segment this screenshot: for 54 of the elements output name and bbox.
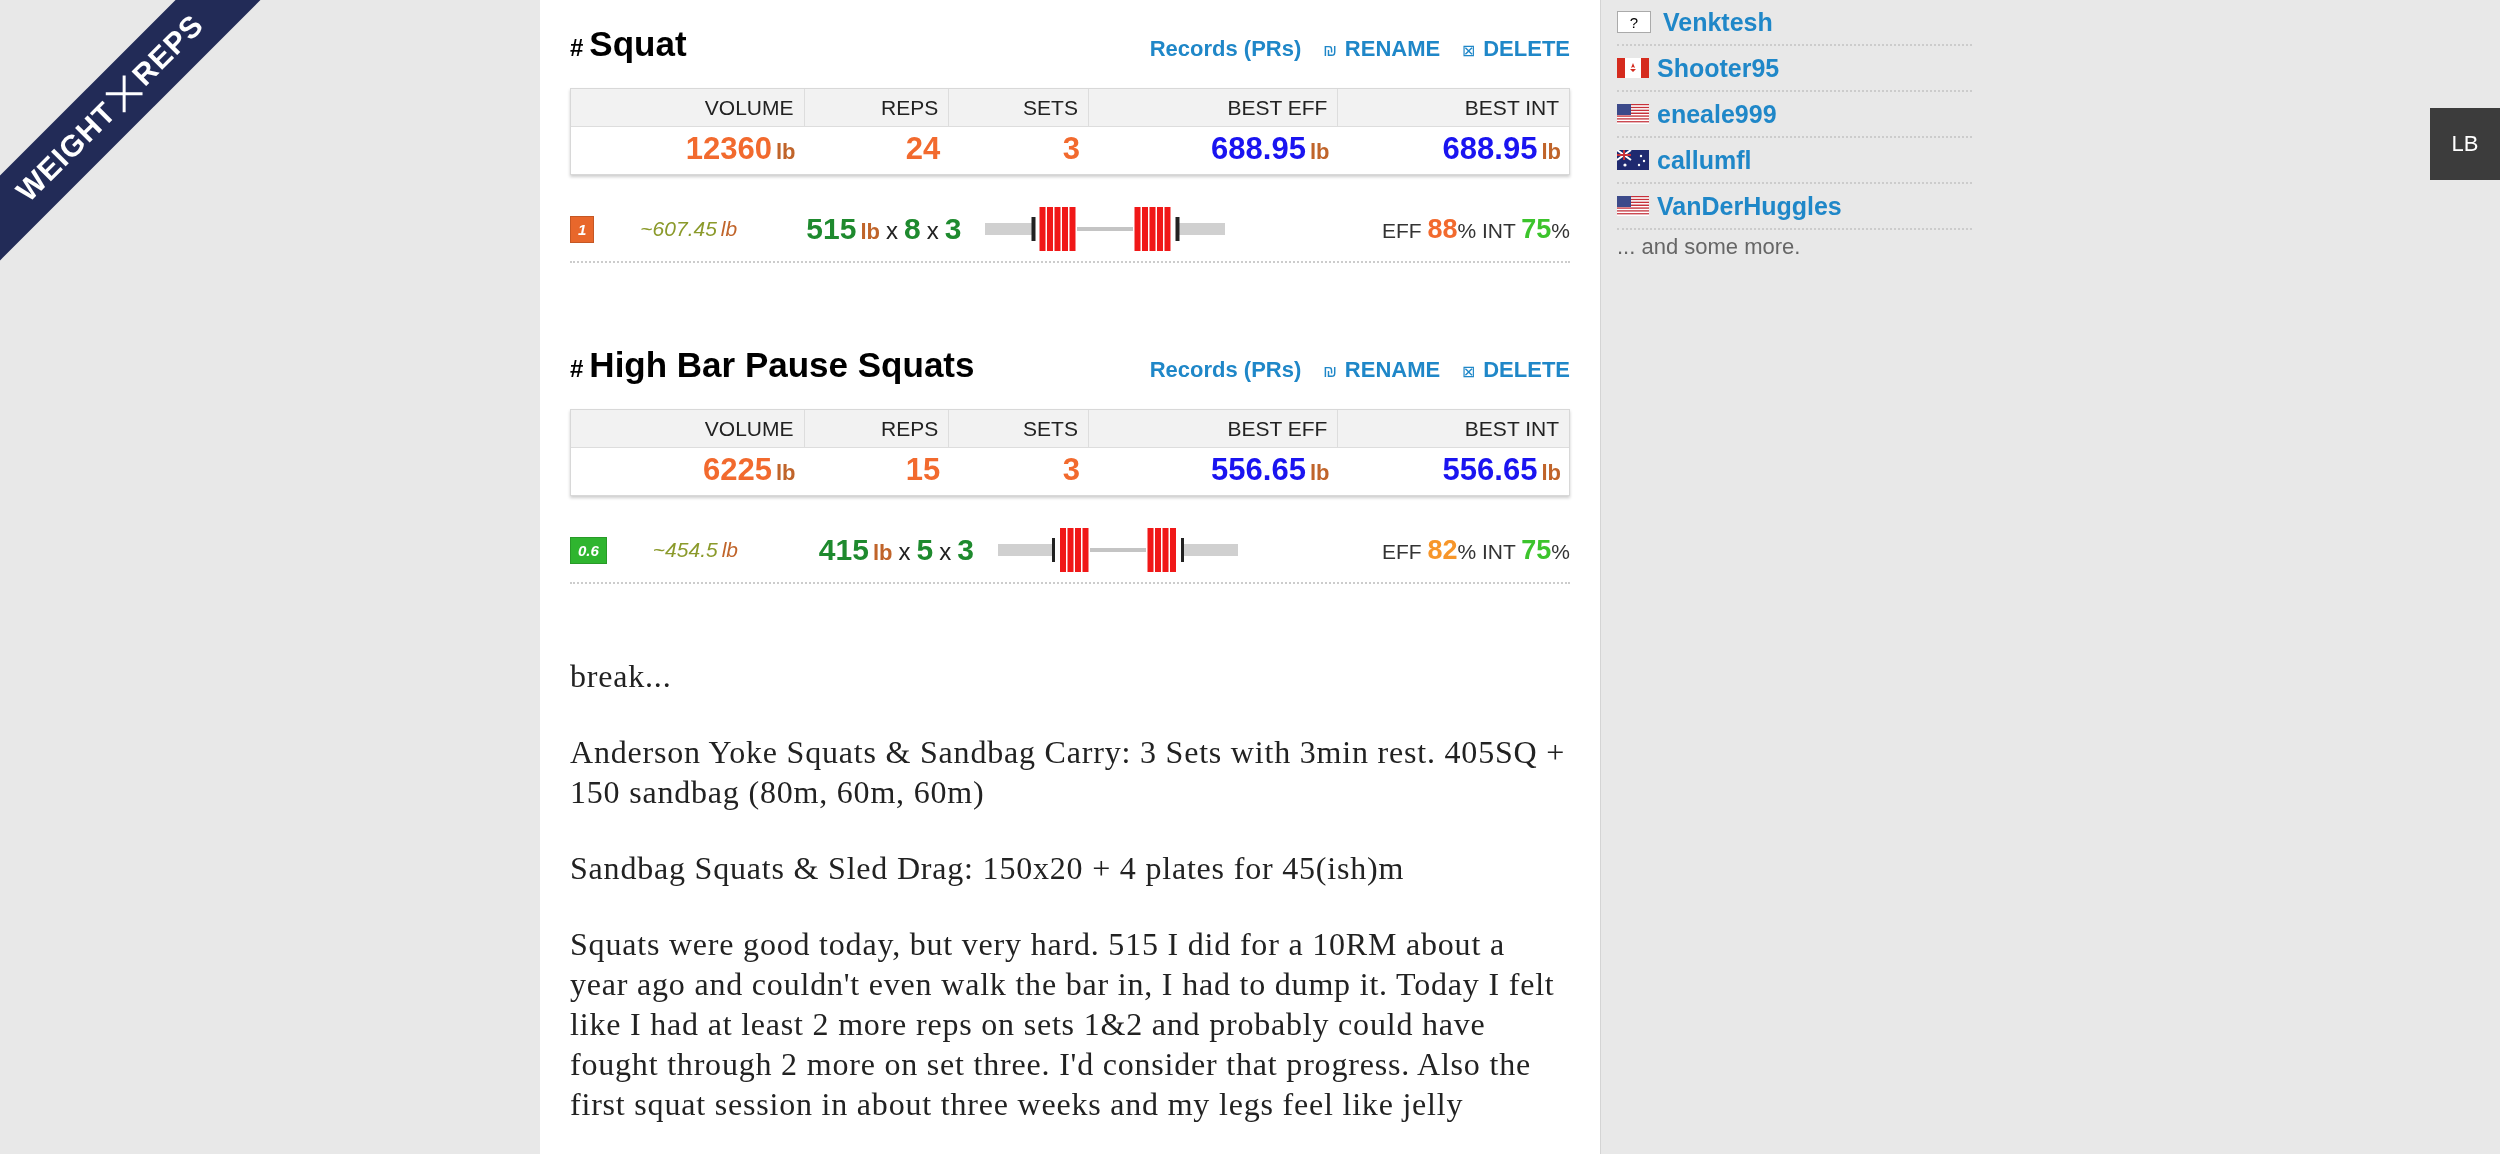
- user-link[interactable]: Shooter95: [1657, 53, 1780, 83]
- table-cell-text: 24: [904, 130, 942, 168]
- more-text: ... and some more.: [1617, 234, 1802, 260]
- column-header: SETS: [948, 410, 1088, 448]
- note-paragraph: Squats were good today, but very hard. 515 I did for a 10RM about a year ago and couldn't even walk the bar in, I had to dump it. Today I felt like I had at least 2 more reps on sets 1&2 and probably could have fought through 2 more on set three. I'd consider that progress. Also the first squat session in about three weeks and my legs feel like jelly: [570, 925, 1556, 1124]
- table-cell-text: 6225 lb: [702, 451, 797, 489]
- column-header: REPS: [803, 89, 949, 127]
- action-link[interactable]: Records (PRs): [1149, 357, 1302, 383]
- australia-flag-icon: [1617, 150, 1649, 170]
- exercise-title: High Bar Pause Squats: [589, 345, 975, 385]
- column-header: BEST EFF: [1087, 410, 1338, 448]
- efficiency-intensity: EFF 88% INT 75%: [1381, 213, 1570, 245]
- table-cell-text: 12360 lb: [684, 130, 797, 168]
- intensity-badge: 0.6: [570, 536, 607, 564]
- column-header: SETS: [948, 89, 1088, 127]
- action-link[interactable]: Records (PRs): [1149, 36, 1302, 62]
- estimated-max: ~607.45 lb: [640, 217, 739, 241]
- column-header: VOLUME: [571, 89, 804, 127]
- efficiency-intensity: EFF 82% INT 75%: [1381, 534, 1570, 566]
- note-paragraph: Anderson Yoke Squats & Sandbag Carry: 3 Sets with 3min rest. 405SQ + 150 sandbag (80m, 60m, 60m): [570, 733, 1567, 812]
- table-cell-text: 3: [1061, 130, 1081, 168]
- user-link[interactable]: eneale999: [1657, 99, 1777, 129]
- user-link[interactable]: Venktesh: [1663, 7, 1773, 37]
- unknown-flag-icon: ?: [1617, 11, 1651, 33]
- user-link[interactable]: VanDerHuggles: [1657, 191, 1842, 221]
- usa-flag-icon: [1617, 104, 1649, 124]
- estimated-max: ~454.5 lb: [652, 538, 740, 562]
- note-paragraph: break...: [570, 657, 673, 696]
- set-summary: 415 lb x 5 x 3: [818, 533, 974, 567]
- table-cell-text: 3: [1061, 451, 1081, 489]
- table-cell-text: 556.65 lb: [1210, 451, 1331, 489]
- exercise-title: Squat: [589, 24, 687, 64]
- hash-mark: #: [570, 34, 584, 62]
- table-cell-text: 556.65 lb: [1441, 451, 1562, 489]
- action-link[interactable]: ⊠ DELETE: [1462, 357, 1570, 383]
- column-header: VOLUME: [571, 410, 804, 448]
- note-paragraph: Sandbag Squats & Sled Drag: 150x20 + 4 plates for 45(ish)m: [570, 849, 1406, 888]
- table-cell-text: 688.95 lb: [1441, 130, 1562, 168]
- table-cell-text: 15: [904, 451, 942, 489]
- column-header: BEST INT: [1337, 89, 1569, 127]
- set-summary: 515 lb x 8 x 3: [806, 212, 962, 246]
- column-header: BEST EFF: [1087, 89, 1338, 127]
- hash-mark: #: [570, 355, 584, 383]
- action-link[interactable]: ₪ RENAME: [1323, 36, 1441, 62]
- leaderboard-button[interactable]: LB: [2430, 108, 2500, 180]
- action-link[interactable]: ₪ RENAME: [1323, 357, 1441, 383]
- action-link[interactable]: ⊠ DELETE: [1462, 36, 1570, 62]
- column-header: BEST INT: [1337, 410, 1569, 448]
- intensity-badge: 1: [570, 215, 595, 243]
- column-header: REPS: [803, 410, 949, 448]
- usa-flag-icon: [1617, 196, 1649, 216]
- table-cell-text: 688.95 lb: [1210, 130, 1331, 168]
- user-link[interactable]: callumfl: [1657, 145, 1752, 175]
- canada-flag-icon: [1617, 58, 1649, 78]
